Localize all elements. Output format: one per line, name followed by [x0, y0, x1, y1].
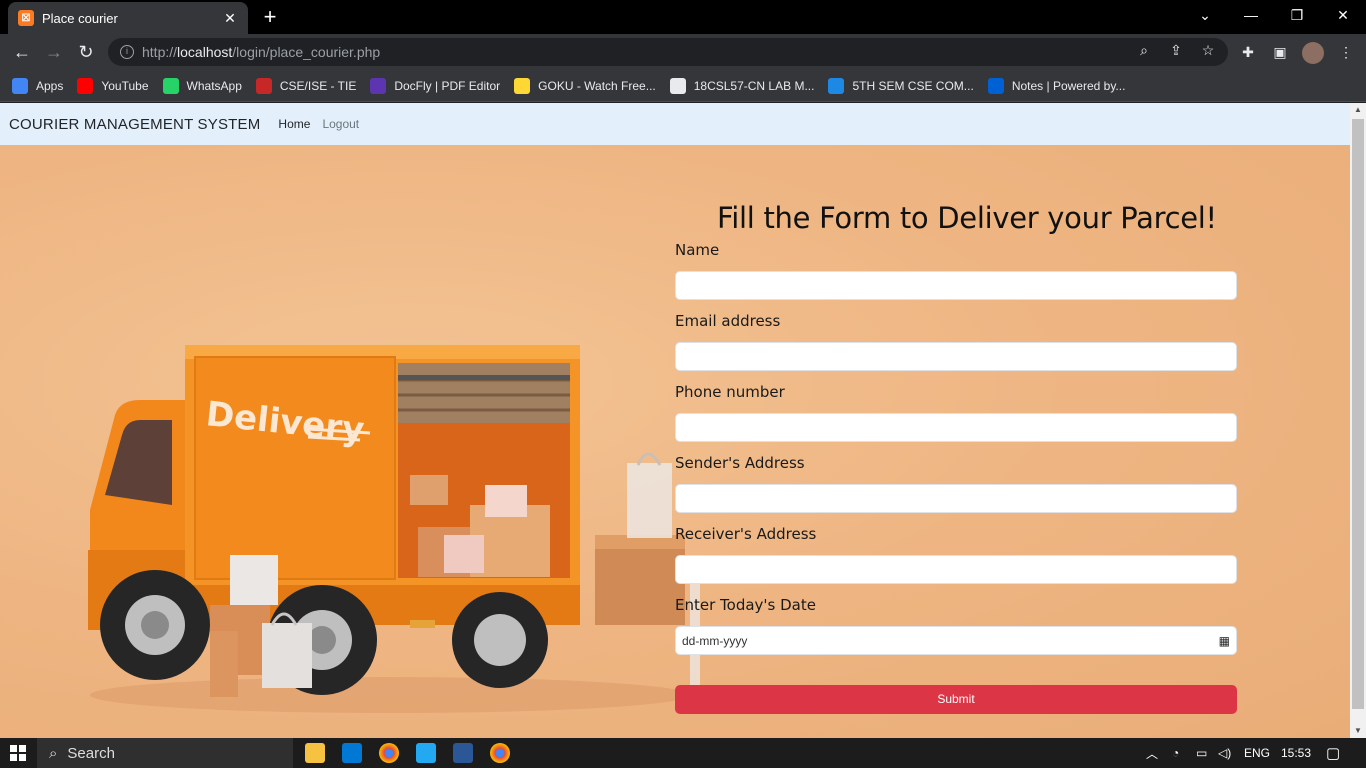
- bookmark-label: GOKU - Watch Free...: [538, 78, 656, 93]
- browser-menu-icon[interactable]: ⋮: [1336, 42, 1356, 62]
- bookmark-item[interactable]: Apps: [12, 72, 63, 100]
- bookmark-item[interactable]: DocFly | PDF Editor: [370, 72, 500, 100]
- tab-title: Place courier: [42, 10, 118, 26]
- clock[interactable]: 15:53: [1281, 738, 1311, 768]
- whatsapp-icon: [162, 77, 179, 94]
- browser-tab[interactable]: ☒ Place courier ✕: [8, 2, 248, 34]
- browser-toolbar: ← → ↻ i http://localhost/login/place_cou…: [0, 34, 1366, 70]
- email-input[interactable]: [675, 342, 1237, 371]
- xampp-favicon-icon: ☒: [18, 10, 34, 26]
- forward-icon[interactable]: →: [42, 40, 66, 64]
- crescent-icon: [828, 77, 845, 94]
- window-close-icon[interactable]: ✕: [1320, 0, 1366, 30]
- bookmark-label: DocFly | PDF Editor: [394, 78, 501, 93]
- battery-icon[interactable]: ▭: [1196, 738, 1207, 768]
- new-tab-icon[interactable]: +: [258, 6, 282, 28]
- bookmark-label: CSE/ISE - TIE: [279, 78, 357, 93]
- site-info-icon[interactable]: i: [120, 45, 134, 59]
- youtube-icon: [77, 77, 94, 94]
- address-bar[interactable]: i http://localhost/login/place_courier.p…: [108, 38, 1228, 66]
- side-panel-icon[interactable]: ▣: [1270, 42, 1290, 62]
- nav-link-logout[interactable]: Logout: [322, 117, 359, 131]
- globe-icon: [669, 77, 686, 94]
- bookmark-item[interactable]: 5TH SEM CSE COM...: [828, 72, 974, 100]
- zoom-icon[interactable]: ⌕: [1135, 41, 1153, 59]
- share-icon[interactable]: ⇪: [1167, 41, 1185, 59]
- url-path: /login/place_courier.php: [232, 44, 381, 60]
- navbar-brand[interactable]: COURIER MANAGEMENT SYSTEM: [9, 116, 260, 133]
- page-scrollbar[interactable]: ▲ ▼: [1350, 103, 1366, 738]
- vscode-icon[interactable]: [416, 743, 436, 763]
- file-explorer-icon[interactable]: [305, 743, 325, 763]
- scrollbar-thumb[interactable]: [1352, 119, 1364, 709]
- chrome-icon[interactable]: [379, 743, 399, 763]
- receiver-address-input[interactable]: [675, 555, 1237, 584]
- url-prefix: http://: [142, 44, 178, 60]
- box-icon: [987, 77, 1004, 94]
- sender-address-label: Sender's Address: [675, 454, 805, 472]
- extensions-icon[interactable]: ✚: [1238, 42, 1258, 62]
- browser-tabstrip: ☒ Place courier ✕ + ⌄ — ❐ ✕: [0, 0, 1366, 34]
- tab-close-icon[interactable]: ✕: [222, 10, 238, 26]
- name-input[interactable]: [675, 271, 1237, 300]
- email-label: Email address: [675, 312, 781, 330]
- minimize-icon[interactable]: —: [1228, 0, 1274, 30]
- name-label: Name: [675, 241, 720, 259]
- bookmark-star-icon[interactable]: ☆: [1199, 41, 1217, 59]
- page-viewport: COURIER MANAGEMENT SYSTEM Home Logout De…: [0, 103, 1350, 738]
- phone-input[interactable]: [675, 413, 1237, 442]
- apps-grid-icon: [12, 77, 28, 94]
- url-host: localhost: [177, 44, 233, 60]
- nav-link-home[interactable]: Home: [278, 117, 310, 131]
- tray-chevron-icon[interactable]: ︿: [1146, 738, 1158, 768]
- wifi-icon[interactable]: ◔: [1172, 738, 1179, 768]
- bookmark-label: 18CSL57-CN LAB M...: [693, 78, 815, 93]
- windows-taskbar: ⌕ Search ︿ ◔ ▭ ◁) ENG 15:53 ▢: [0, 738, 1366, 768]
- tab-search-chevron-icon[interactable]: ⌄: [1182, 0, 1228, 30]
- bookmark-item[interactable]: GOKU - Watch Free...: [514, 72, 656, 100]
- language-indicator[interactable]: ENG: [1244, 738, 1270, 768]
- reload-icon[interactable]: ↻: [74, 40, 98, 64]
- form-title: Fill the Form to Deliver your Parcel!: [717, 201, 1217, 235]
- windows-start-icon[interactable]: [0, 738, 36, 768]
- bookmark-item[interactable]: YouTube: [77, 72, 149, 100]
- volume-icon[interactable]: ◁): [1218, 738, 1231, 768]
- bookmark-item[interactable]: 18CSL57-CN LAB M...: [669, 72, 815, 100]
- hero-section: Delivery Fill the Form to Deliver your P…: [0, 145, 1350, 738]
- submit-button[interactable]: Submit: [675, 685, 1237, 714]
- date-label: Enter Today's Date: [675, 596, 816, 614]
- bookmark-label: Apps: [36, 78, 64, 93]
- phone-label: Phone number: [675, 383, 785, 401]
- docfly-icon: [370, 77, 387, 94]
- search-icon: ⌕: [49, 744, 58, 762]
- site-navbar: COURIER MANAGEMENT SYSTEM Home Logout: [0, 103, 1350, 145]
- receiver-address-label: Receiver's Address: [675, 525, 817, 543]
- bookmark-label: 5TH SEM CSE COM...: [852, 78, 974, 93]
- back-icon[interactable]: ←: [10, 40, 34, 64]
- delivery-truck-illustration: Delivery: [88, 345, 700, 713]
- taskbar-search-label: Search: [67, 744, 115, 762]
- bookmark-label: WhatsApp: [186, 78, 242, 93]
- date-input[interactable]: dd-mm-yyyy ▦: [675, 626, 1237, 655]
- bookmark-label: YouTube: [101, 78, 149, 93]
- taskbar-search[interactable]: ⌕ Search: [37, 738, 293, 768]
- restore-icon[interactable]: ❐: [1274, 0, 1320, 30]
- word-icon[interactable]: [453, 743, 473, 763]
- date-placeholder: dd-mm-yyyy: [682, 633, 748, 648]
- scroll-up-icon[interactable]: ▲: [1350, 103, 1366, 117]
- bookmark-label: Notes | Powered by...: [1011, 78, 1126, 93]
- store-icon[interactable]: [342, 743, 362, 763]
- profile-avatar[interactable]: [1302, 42, 1324, 64]
- bookmarks-bar: Apps YouTube WhatsApp CSE/ISE - TIE DocFly |…: [0, 70, 1366, 102]
- bookmark-item[interactable]: WhatsApp: [162, 72, 242, 100]
- sender-address-input[interactable]: [675, 484, 1237, 513]
- bookmark-tie-icon: [255, 77, 272, 94]
- chrome-active-icon[interactable]: [490, 743, 510, 763]
- bookmark-item[interactable]: CSE/ISE - TIE: [255, 72, 357, 100]
- calendar-icon[interactable]: ▦: [1219, 634, 1230, 648]
- scroll-down-icon[interactable]: ▼: [1350, 724, 1366, 738]
- notifications-icon[interactable]: ▢: [1326, 738, 1340, 768]
- bookmark-item[interactable]: Notes | Powered by...: [987, 72, 1126, 100]
- goku-icon: [514, 77, 531, 94]
